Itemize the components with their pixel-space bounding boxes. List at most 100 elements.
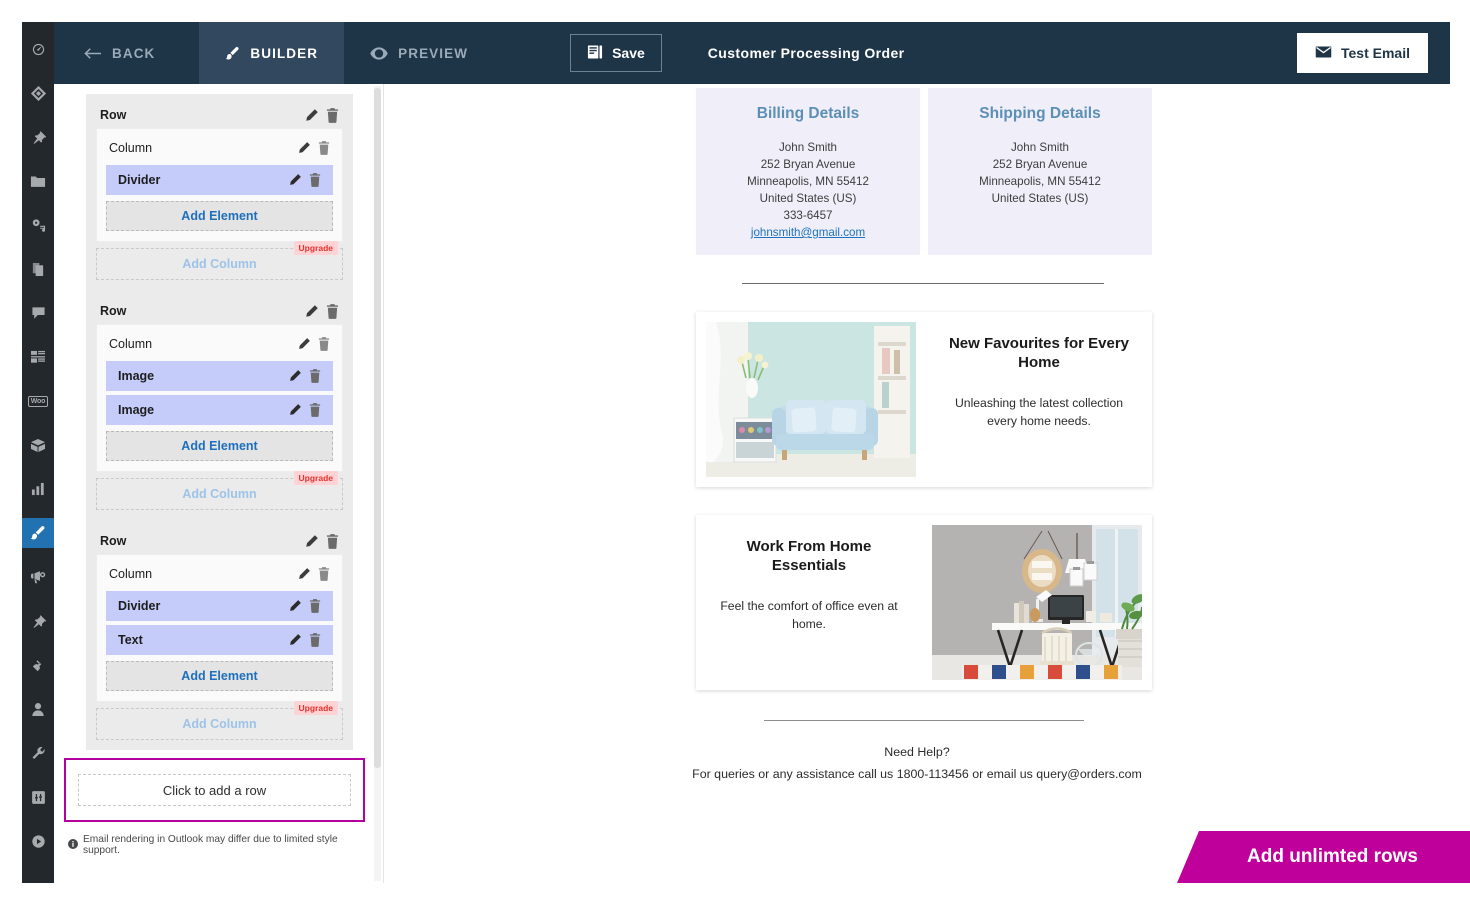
delete-element-icon[interactable]: [309, 403, 321, 417]
element-image[interactable]: Image: [106, 361, 333, 391]
row-block[interactable]: Row Column Image Image Add Element Add C…: [86, 290, 353, 520]
pin2-icon[interactable]: [22, 606, 54, 636]
tab-builder[interactable]: BUILDER: [199, 22, 345, 84]
delete-element-icon[interactable]: [309, 633, 321, 647]
media-icon[interactable]: [22, 210, 54, 240]
delete-row-icon[interactable]: [326, 107, 339, 123]
product-title: New Favourites for Every Home: [948, 335, 1130, 371]
edit-element-icon[interactable]: [288, 633, 302, 647]
billing-line: United States (US): [759, 192, 857, 205]
edit-row-icon[interactable]: [304, 304, 319, 319]
element-text[interactable]: Text: [106, 625, 333, 655]
email-preview-panel: Billing Details John Smith 252 Bryan Ave…: [384, 84, 1450, 883]
upgrade-badge[interactable]: Upgrade: [293, 471, 338, 485]
back-label: BACK: [112, 45, 156, 61]
analytics-icon[interactable]: [22, 474, 54, 504]
users-icon[interactable]: [22, 694, 54, 724]
element-image[interactable]: Image: [106, 395, 333, 425]
megaphone-icon[interactable]: [22, 562, 54, 592]
shipping-line: Minneapolis, MN 55412: [979, 175, 1101, 188]
column-header: Column: [106, 561, 333, 587]
add-element-button[interactable]: Add Element: [106, 201, 333, 231]
add-column-button[interactable]: Add Column Upgrade: [96, 701, 343, 740]
settings-icon[interactable]: [22, 782, 54, 812]
tools-icon[interactable]: [22, 738, 54, 768]
column-block[interactable]: Column Divider Add Element: [96, 128, 343, 242]
delete-column-icon[interactable]: [318, 567, 330, 581]
woo-icon[interactable]: Woo: [22, 386, 54, 416]
add-column-label: Add Column: [182, 487, 257, 501]
save-icon: [587, 44, 603, 63]
edit-element-icon[interactable]: [288, 369, 302, 383]
edit-element-icon[interactable]: [288, 599, 302, 613]
admin-sidebar-rail: Woo: [22, 22, 54, 883]
element-divider[interactable]: Divider: [106, 165, 333, 195]
element-label: Divider: [118, 599, 161, 613]
add-column-button[interactable]: Add Column Upgrade: [96, 471, 343, 510]
comments-icon[interactable]: [22, 298, 54, 328]
row-header: Row: [96, 298, 343, 324]
column-label: Column: [109, 567, 153, 581]
column-block[interactable]: Column Divider Text Add Element: [96, 554, 343, 702]
billing-line: John Smith: [779, 141, 837, 154]
upgrade-badge[interactable]: Upgrade: [293, 701, 338, 715]
add-element-button[interactable]: Add Element: [106, 431, 333, 461]
back-button[interactable]: BACK: [54, 22, 199, 84]
row-block[interactable]: Row Column Divider: [86, 94, 353, 290]
element-divider[interactable]: Divider: [106, 591, 333, 621]
builder-scroll-area: Row Column Divider Add Element Add Colum…: [54, 84, 375, 883]
add-row-button[interactable]: Click to add a row: [78, 774, 351, 806]
save-button[interactable]: Save: [570, 34, 662, 72]
shipping-details-card: Shipping Details John Smith 252 Bryan Av…: [928, 88, 1152, 255]
play-icon[interactable]: [22, 826, 54, 856]
delete-row-icon[interactable]: [326, 533, 339, 549]
envelope-icon: [1315, 45, 1332, 61]
page-title: Customer Processing Order: [707, 45, 905, 61]
add-column-button[interactable]: Add Column Upgrade: [96, 241, 343, 280]
row-header: Row: [96, 102, 343, 128]
delete-element-icon[interactable]: [309, 173, 321, 187]
outlook-note-text: Email rendering in Outlook may differ du…: [83, 834, 338, 856]
delete-column-icon[interactable]: [318, 141, 330, 155]
add-row-highlight: Click to add a row: [64, 758, 365, 822]
shipping-line: United States (US): [991, 192, 1089, 205]
delete-element-icon[interactable]: [309, 369, 321, 383]
pin-icon[interactable]: [22, 122, 54, 152]
builder-scrollbar-thumb[interactable]: [374, 88, 381, 768]
product-card: Work From Home Essentials Feel the comfo…: [696, 515, 1152, 690]
column-block[interactable]: Column Image Image Add Element: [96, 324, 343, 472]
tab-preview[interactable]: PREVIEW: [344, 22, 494, 84]
shipping-line: 252 Bryan Avenue: [992, 158, 1088, 171]
test-email-button[interactable]: Test Email: [1297, 33, 1428, 73]
plugins-icon[interactable]: [22, 650, 54, 680]
upgrade-badge[interactable]: Upgrade: [293, 241, 338, 255]
dashboard-icon[interactable]: [22, 34, 54, 64]
row-block[interactable]: Row Column Divider: [86, 520, 353, 750]
pages-icon[interactable]: [22, 254, 54, 284]
email-footer: Need Help? For queries or any assistance…: [384, 741, 1450, 785]
billing-email-link[interactable]: johnsmith@gmail.com: [706, 224, 910, 241]
edit-column-icon[interactable]: [297, 337, 311, 351]
section-divider: [742, 283, 1104, 284]
edit-row-icon[interactable]: [304, 534, 319, 549]
add-element-button[interactable]: Add Element: [106, 661, 333, 691]
edit-column-icon[interactable]: [297, 141, 311, 155]
product-card: New Favourites for Every Home Unleashing…: [696, 312, 1152, 487]
brush-icon: [225, 46, 240, 61]
preview-label: PREVIEW: [398, 45, 469, 61]
edit-element-icon[interactable]: [288, 403, 302, 417]
delete-element-icon[interactable]: [309, 599, 321, 613]
promo-banner[interactable]: Add unlimted rows: [1177, 831, 1470, 883]
products-icon[interactable]: [22, 430, 54, 460]
brush-icon[interactable]: [22, 518, 54, 548]
column-header: Column: [106, 331, 333, 357]
edit-row-icon[interactable]: [304, 108, 319, 123]
edit-column-icon[interactable]: [297, 567, 311, 581]
diamond-icon[interactable]: [22, 78, 54, 108]
row-label: Row: [100, 534, 127, 548]
delete-column-icon[interactable]: [318, 337, 330, 351]
edit-element-icon[interactable]: [288, 173, 302, 187]
delete-row-icon[interactable]: [326, 303, 339, 319]
folder-icon[interactable]: [22, 166, 54, 196]
layout-icon[interactable]: [22, 342, 54, 372]
